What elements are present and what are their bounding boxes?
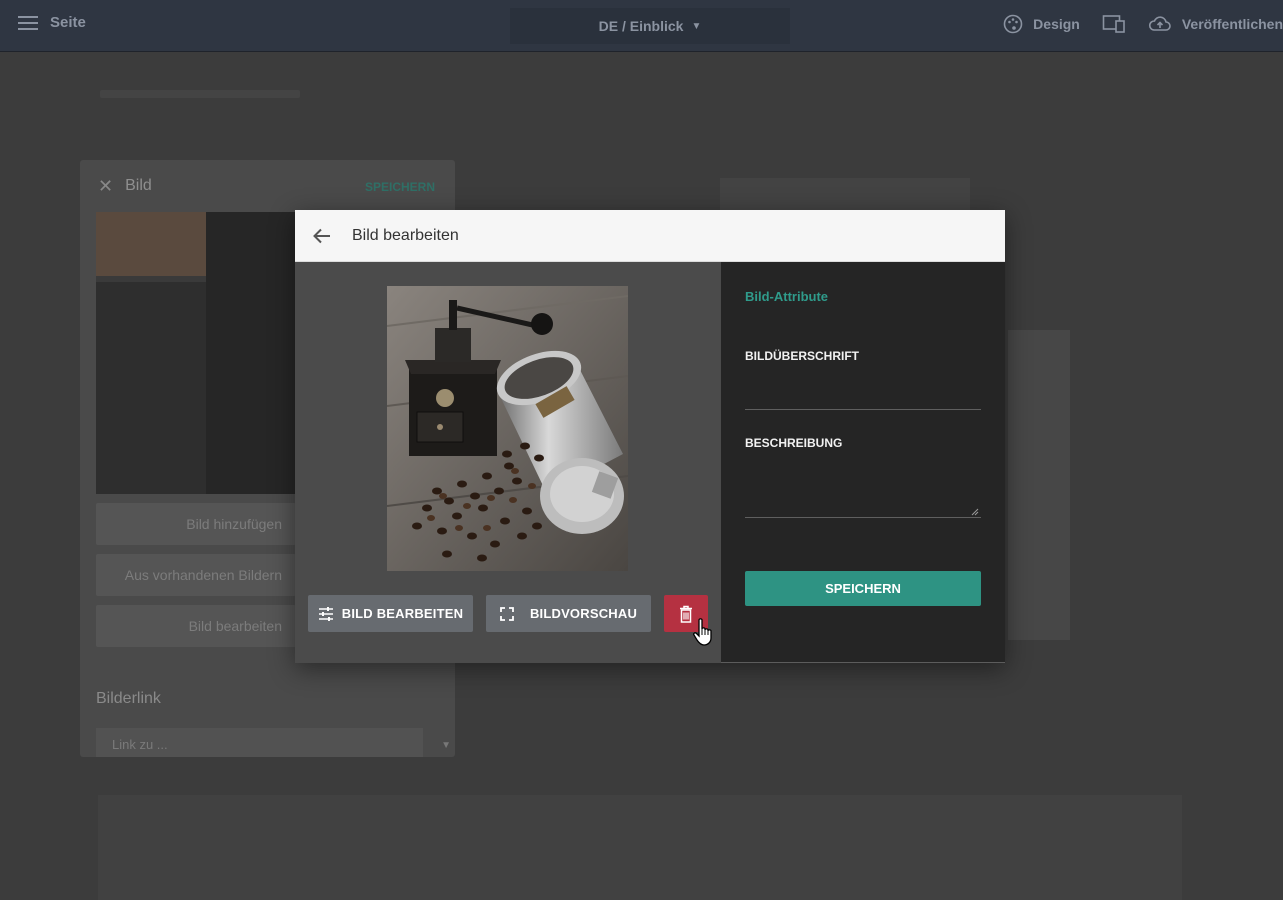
close-icon[interactable]: ✕ [98, 176, 113, 197]
hamburger-icon [18, 15, 38, 30]
arrow-left-icon [313, 228, 330, 243]
cloud-upload-icon [1148, 16, 1171, 31]
dialog-header: Bild bearbeiten [295, 210, 1005, 262]
language-page-select[interactable]: DE / Einblick ▼ [510, 8, 790, 44]
background-image [1008, 330, 1070, 640]
save-attributes-button[interactable]: SPEICHERN [745, 571, 981, 606]
hand-pointer-icon [693, 618, 712, 646]
caption-input[interactable] [745, 372, 981, 410]
devices-icon [1102, 15, 1125, 33]
image-link-select[interactable]: Link zu ... [96, 728, 423, 757]
add-image-button[interactable]: Bild hinzufügen [96, 503, 296, 545]
design-label: Design [1033, 16, 1080, 32]
chevron-down-icon: ▼ [691, 20, 702, 32]
chevron-down-icon: ▼ [441, 740, 451, 751]
edit-image-sidebar-button[interactable]: Bild bearbeiten [96, 605, 296, 647]
fullscreen-icon [500, 606, 514, 621]
palette-icon [1003, 14, 1023, 34]
page-menu-button[interactable]: Seite [18, 14, 86, 31]
side-panel-save-button[interactable]: SPEICHERN [365, 180, 435, 194]
image-attributes-panel: Bild-Attribute BILDÜBERSCHRIFT BESCHREIB… [721, 262, 1005, 663]
image-preview-label: BILDVORSCHAU [529, 606, 638, 621]
top-bar: Seite DE / Einblick ▼ Design Veröffentli… [0, 0, 1283, 52]
image-preview-area: BILD BEARBEITEN BILDVORSCHAU [295, 262, 721, 663]
description-label: BESCHREIBUNG [745, 436, 843, 450]
back-button[interactable] [311, 225, 333, 247]
devices-button[interactable] [1102, 14, 1126, 34]
caption-label: BILDÜBERSCHRIFT [745, 349, 859, 363]
dialog-title: Bild bearbeiten [352, 226, 459, 244]
coffee-grinder-photo [387, 286, 628, 571]
background-heading-block [720, 178, 970, 212]
edit-image-dialog: Bild bearbeiten BILD BEARBEITEN BILDVORS… [295, 210, 1005, 663]
publish-label: Veröffentlichen [1181, 16, 1283, 32]
publish-button[interactable]: Veröffentlichen [1148, 14, 1283, 34]
choose-existing-image-button[interactable]: Aus vorhandenen Bildern [96, 554, 296, 596]
edit-image-button[interactable]: BILD BEARBEITEN [308, 595, 473, 632]
language-page-label: DE / Einblick [598, 18, 684, 34]
page-menu-label: Seite [50, 14, 86, 31]
image-preview-button[interactable]: BILDVORSCHAU [486, 595, 651, 632]
background-breadcrumb [100, 90, 300, 98]
edit-image-label: BILD BEARBEITEN [341, 606, 464, 621]
background-footer [98, 795, 1182, 900]
image-attributes-heading: Bild-Attribute [745, 289, 829, 304]
side-panel-image-thumbnail [96, 212, 296, 494]
resize-handle-icon[interactable] [971, 508, 979, 516]
side-panel-title: Bild [125, 177, 152, 194]
tune-sliders-icon [318, 606, 333, 621]
trash-icon [680, 605, 692, 623]
design-button[interactable]: Design [1003, 14, 1080, 34]
description-textarea[interactable] [745, 460, 981, 518]
image-link-label: Bilderlink [96, 690, 161, 707]
